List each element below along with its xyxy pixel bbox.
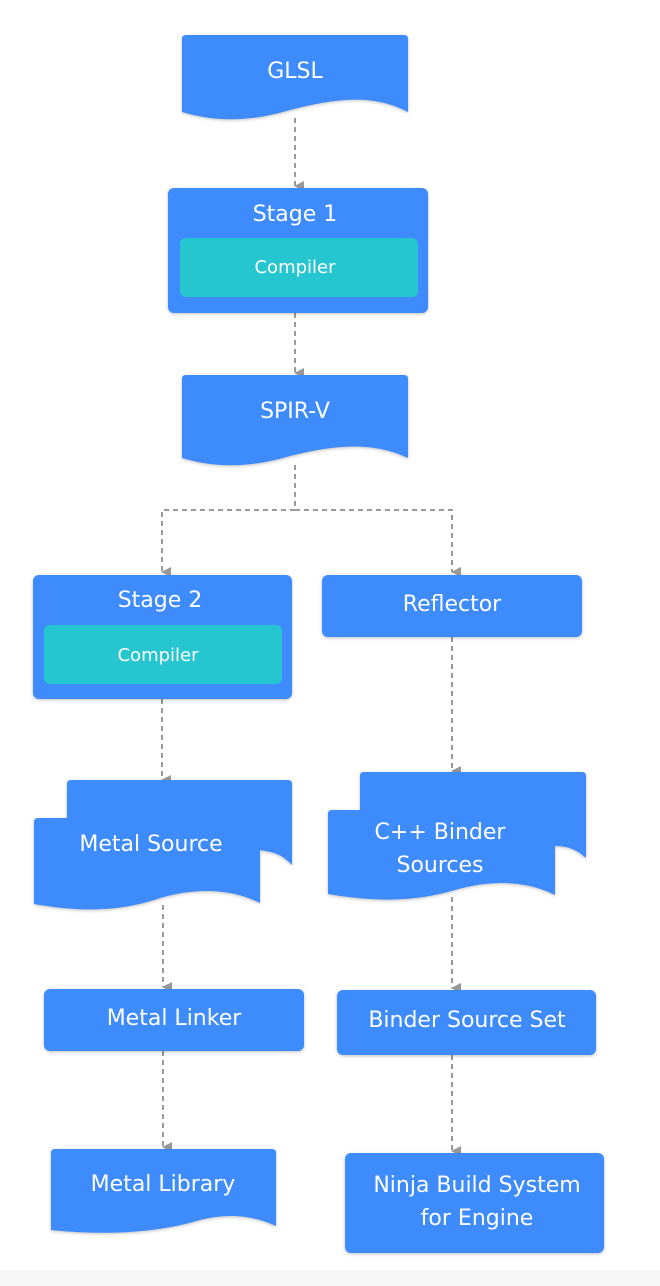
ninja-label-line1: Ninja Build System xyxy=(373,1173,580,1198)
binder-source-set-node[interactable]: Binder Source Set xyxy=(337,990,596,1055)
spirv-node[interactable]: SPIR-V xyxy=(182,375,408,466)
stage1-node[interactable]: Stage 1 Compiler xyxy=(168,188,428,313)
ninja-build-system-node[interactable]: Ninja Build System for Engine xyxy=(345,1153,604,1253)
bottom-strip xyxy=(0,1270,660,1286)
stage2-title: Stage 2 xyxy=(118,588,203,613)
metal-library-label: Metal Library xyxy=(91,1172,236,1197)
metal-linker-node[interactable]: Metal Linker xyxy=(44,989,304,1051)
cpp-binder-label-line2: Sources xyxy=(396,853,483,878)
metal-source-node[interactable]: Metal Source xyxy=(34,780,292,910)
reflector-node[interactable]: Reflector xyxy=(322,575,582,637)
binder-source-set-label: Binder Source Set xyxy=(368,1008,566,1033)
stage1-title: Stage 1 xyxy=(253,202,338,227)
stage2-node[interactable]: Stage 2 Compiler xyxy=(33,575,292,699)
cpp-binder-sources-node[interactable]: C++ Binder Sources xyxy=(328,772,586,900)
glsl-label: GLSL xyxy=(267,59,323,84)
stage2-compiler-label: Compiler xyxy=(117,645,199,666)
flow-diagram: GLSL Stage 1 Compiler SPIR-V Stage 2 Com… xyxy=(0,35,660,1286)
glsl-node[interactable]: GLSL xyxy=(182,35,408,120)
reflector-label: Reflector xyxy=(403,592,502,617)
metal-source-label: Metal Source xyxy=(79,832,222,857)
stage1-compiler-label: Compiler xyxy=(254,257,336,278)
cpp-binder-label-line1: C++ Binder xyxy=(375,820,507,845)
spirv-label: SPIR-V xyxy=(260,399,330,424)
edge-spirv-reflector xyxy=(295,509,461,577)
edge-spirv-stage2 xyxy=(161,465,296,577)
ninja-label-line2: for Engine xyxy=(421,1206,534,1231)
metal-library-node[interactable]: Metal Library xyxy=(51,1149,276,1233)
metal-linker-label: Metal Linker xyxy=(107,1006,243,1031)
